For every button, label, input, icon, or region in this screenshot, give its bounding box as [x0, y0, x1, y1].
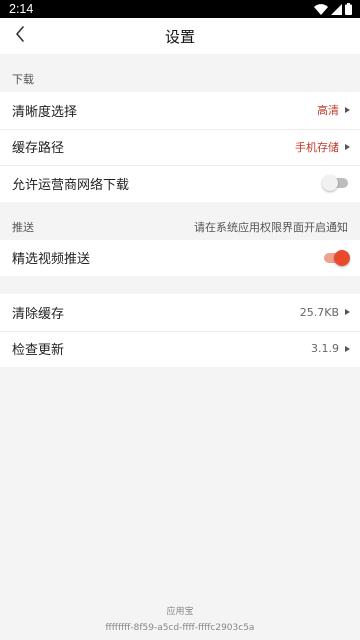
check-update-label: 检查更新 — [12, 343, 65, 359]
footer: 应用宝 ffffffff-8f59-a5cd-ffff-ffffc2903c5a — [0, 604, 360, 636]
version-group: 3.1.9 — [311, 342, 350, 355]
cache-size-value: 25.7KB — [299, 305, 339, 319]
toggle-knob — [334, 249, 350, 266]
chevron-left-icon — [15, 26, 25, 46]
page-title: 设置 — [164, 27, 195, 46]
section-header-push: 推送 请在系统应用权限界面开启通知 — [0, 202, 360, 240]
carrier-download-row: 允许运营商网络下载 — [0, 165, 360, 202]
other-settings-card: 清除缓存 25.7KB 检查更新 3.1.9 — [0, 294, 360, 367]
cache-size-group: 25.7KB — [300, 306, 350, 319]
toggle-knob — [322, 175, 338, 192]
status-time: 2:14 — [9, 2, 34, 16]
version-value: 3.1.9 — [311, 342, 339, 356]
triangle-right-icon — [345, 143, 350, 150]
resolution-label: 清晰度选择 — [12, 104, 78, 120]
triangle-right-icon — [345, 309, 350, 316]
cache-path-row[interactable]: 缓存路径 手机存储 — [0, 128, 360, 166]
battery-icon — [345, 3, 352, 15]
footer-source: 应用宝 — [166, 607, 194, 617]
status-icons — [314, 3, 352, 15]
cache-path-value-group: 手机存储 — [295, 139, 350, 155]
wifi-icon — [314, 3, 328, 15]
carrier-download-toggle[interactable] — [322, 175, 350, 192]
title-bar: 设置 — [0, 18, 360, 54]
signal-icon — [331, 3, 342, 15]
back-button[interactable] — [6, 18, 34, 54]
push-permission-hint: 请在系统应用权限界面开启通知 — [194, 220, 348, 234]
clear-cache-label: 清除缓存 — [12, 306, 65, 322]
resolution-select-row[interactable]: 清晰度选择 高清 — [0, 92, 360, 129]
carrier-download-label: 允许运营商网络下载 — [12, 177, 130, 193]
cache-path-label: 缓存路径 — [12, 141, 65, 157]
triangle-right-icon — [345, 345, 350, 352]
cache-path-value: 手机存储 — [295, 140, 339, 154]
featured-video-push-row: 精选视频推送 — [0, 240, 360, 277]
resolution-value: 高清 — [317, 104, 339, 118]
section-title-push: 推送 — [12, 220, 34, 234]
download-settings-card: 清晰度选择 高清 缓存路径 手机存储 允许运营商网络下载 — [0, 92, 360, 202]
section-header-download: 下载 — [0, 54, 360, 92]
status-bar: 2:14 — [0, 0, 360, 18]
clear-cache-row[interactable]: 清除缓存 25.7KB — [0, 294, 360, 331]
triangle-right-icon — [345, 107, 350, 114]
push-settings-card: 精选视频推送 — [0, 239, 360, 277]
featured-video-push-label: 精选视频推送 — [12, 252, 91, 268]
check-update-row[interactable]: 检查更新 3.1.9 — [0, 330, 360, 368]
resolution-value-group: 高清 — [317, 102, 350, 118]
featured-video-push-toggle[interactable] — [322, 249, 350, 266]
footer-device-id: ffffffff-8f59-a5cd-ffff-ffffc2903c5a — [105, 623, 255, 633]
section-title-download: 下载 — [12, 73, 34, 86]
